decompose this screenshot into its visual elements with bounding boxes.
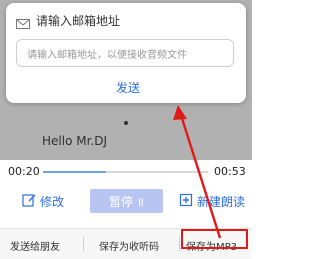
dialog-title: 请输入邮箱地址 [36, 14, 121, 28]
edit-icon [22, 193, 36, 210]
edit-label: 修改 [40, 194, 65, 209]
highlight-box [181, 229, 248, 249]
save-as-listen-code-button[interactable]: 保存为收听码 [99, 238, 159, 253]
send-to-friend-button[interactable]: 发送给朋友 [10, 238, 60, 253]
send-button[interactable]: 发送 [116, 79, 140, 96]
mail-icon [16, 14, 30, 29]
bottom-separator [179, 237, 180, 251]
progress-fill [43, 171, 106, 173]
bottom-separator [83, 237, 84, 251]
edit-button[interactable]: 修改 [22, 188, 70, 214]
email-input[interactable]: 请输入邮箱地址，以便接收音频文件 [16, 39, 234, 67]
time-current: 00:20 [8, 165, 40, 178]
time-total: 00:53 [214, 165, 246, 178]
new-reading-icon [179, 193, 193, 210]
new-reading-label: 新建朗读 [197, 194, 246, 209]
action-row: 修改 暂停 ॥ 新建朗读 [0, 188, 252, 218]
pause-button[interactable]: 暂停 ॥ [90, 189, 163, 213]
progress-track[interactable] [43, 171, 208, 173]
email-dialog: 请输入邮箱地址 请输入邮箱地址，以便接收音频文件 发送 [6, 3, 246, 103]
new-reading-button[interactable]: 新建朗读 [179, 188, 249, 214]
pause-label: 暂停 ॥ [108, 194, 144, 209]
email-input-placeholder: 请输入邮箱地址，以便接收音频文件 [27, 49, 187, 61]
